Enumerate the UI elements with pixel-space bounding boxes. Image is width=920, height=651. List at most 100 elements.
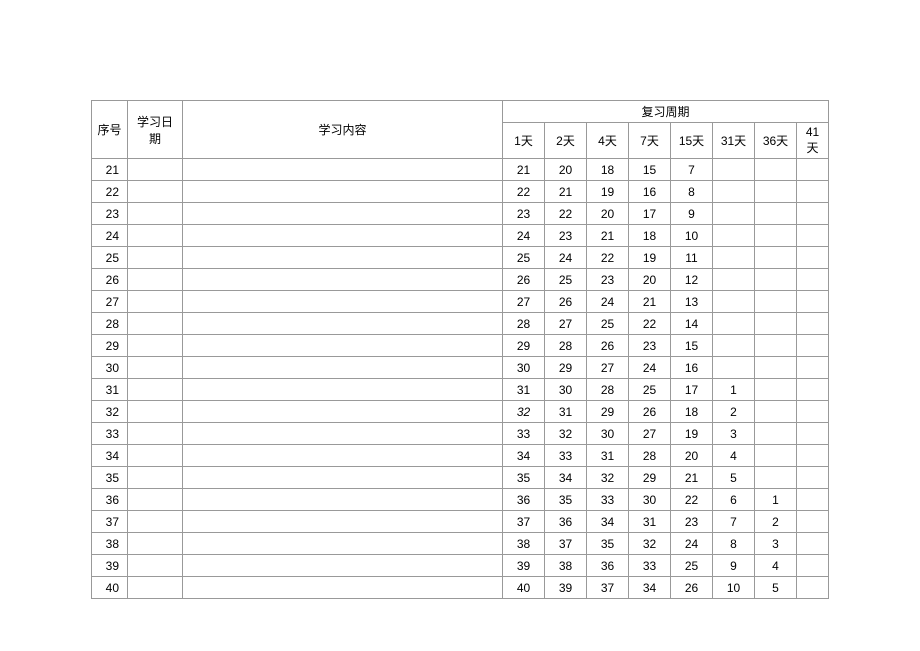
cell-content (183, 159, 503, 181)
cell-d4: 21 (587, 225, 629, 247)
cell-d2: 31 (545, 401, 587, 423)
cell-d7: 28 (629, 445, 671, 467)
header-row-1: 序号 学习日期 学习内容 复习周期 (92, 101, 829, 123)
cell-d41 (797, 423, 829, 445)
cell-seq: 34 (92, 445, 128, 467)
cell-d4: 37 (587, 577, 629, 599)
cell-date (128, 533, 183, 555)
header-day-4: 4天 (587, 123, 629, 159)
cell-d31: 2 (713, 401, 755, 423)
cell-content (183, 291, 503, 313)
table-row: 252524221911 (92, 247, 829, 269)
table-row: 272726242113 (92, 291, 829, 313)
cell-d2: 25 (545, 269, 587, 291)
cell-d36 (755, 269, 797, 291)
cell-d15: 14 (671, 313, 713, 335)
table-row: 37373634312372 (92, 511, 829, 533)
cell-d7: 20 (629, 269, 671, 291)
cell-d1: 34 (503, 445, 545, 467)
table-row: 3131302825171 (92, 379, 829, 401)
cell-d31 (713, 159, 755, 181)
cell-seq: 25 (92, 247, 128, 269)
cell-date (128, 445, 183, 467)
cell-date (128, 269, 183, 291)
cell-d7: 32 (629, 533, 671, 555)
cell-d1: 35 (503, 467, 545, 489)
header-review-period: 复习周期 (503, 101, 829, 123)
header-day-2: 2天 (545, 123, 587, 159)
cell-d1: 33 (503, 423, 545, 445)
cell-date (128, 379, 183, 401)
cell-content (183, 203, 503, 225)
cell-d2: 22 (545, 203, 587, 225)
header-day-1: 1天 (503, 123, 545, 159)
cell-d41 (797, 181, 829, 203)
cell-d31: 9 (713, 555, 755, 577)
table-row: 3232312926182 (92, 401, 829, 423)
cell-d1: 23 (503, 203, 545, 225)
cell-d2: 36 (545, 511, 587, 533)
cell-d15: 11 (671, 247, 713, 269)
cell-d4: 23 (587, 269, 629, 291)
cell-d15: 26 (671, 577, 713, 599)
cell-seq: 32 (92, 401, 128, 423)
cell-d36 (755, 357, 797, 379)
table-row: 3333323027193 (92, 423, 829, 445)
cell-content (183, 577, 503, 599)
cell-d7: 30 (629, 489, 671, 511)
cell-content (183, 269, 503, 291)
cell-d15: 12 (671, 269, 713, 291)
cell-d41 (797, 533, 829, 555)
cell-d1: 30 (503, 357, 545, 379)
header-day-15: 15天 (671, 123, 713, 159)
cell-d2: 26 (545, 291, 587, 313)
cell-d2: 24 (545, 247, 587, 269)
cell-date (128, 159, 183, 181)
table-row: 262625232012 (92, 269, 829, 291)
cell-d41 (797, 269, 829, 291)
cell-d4: 19 (587, 181, 629, 203)
cell-seq: 24 (92, 225, 128, 247)
cell-date (128, 577, 183, 599)
header-day-31: 31天 (713, 123, 755, 159)
cell-d36 (755, 203, 797, 225)
cell-d15: 10 (671, 225, 713, 247)
cell-d4: 36 (587, 555, 629, 577)
cell-d4: 28 (587, 379, 629, 401)
cell-d2: 37 (545, 533, 587, 555)
cell-seq: 38 (92, 533, 128, 555)
cell-date (128, 423, 183, 445)
cell-seq: 27 (92, 291, 128, 313)
cell-d7: 18 (629, 225, 671, 247)
cell-d1: 24 (503, 225, 545, 247)
cell-d41 (797, 203, 829, 225)
cell-d7: 33 (629, 555, 671, 577)
cell-d15: 19 (671, 423, 713, 445)
cell-d36 (755, 247, 797, 269)
cell-date (128, 489, 183, 511)
cell-seq: 37 (92, 511, 128, 533)
cell-content (183, 357, 503, 379)
cell-seq: 28 (92, 313, 128, 335)
cell-seq: 35 (92, 467, 128, 489)
table-row: 242423211810 (92, 225, 829, 247)
cell-d15: 24 (671, 533, 713, 555)
cell-d15: 23 (671, 511, 713, 533)
table-row: 3434333128204 (92, 445, 829, 467)
cell-d1: 27 (503, 291, 545, 313)
cell-date (128, 181, 183, 203)
cell-d2: 39 (545, 577, 587, 599)
header-seq: 序号 (92, 101, 128, 159)
cell-content (183, 181, 503, 203)
cell-d41 (797, 247, 829, 269)
cell-d1: 36 (503, 489, 545, 511)
cell-d41 (797, 379, 829, 401)
cell-content (183, 225, 503, 247)
cell-d1: 40 (503, 577, 545, 599)
cell-d15: 17 (671, 379, 713, 401)
cell-seq: 22 (92, 181, 128, 203)
cell-d36 (755, 181, 797, 203)
cell-d2: 35 (545, 489, 587, 511)
cell-d4: 33 (587, 489, 629, 511)
cell-d15: 21 (671, 467, 713, 489)
